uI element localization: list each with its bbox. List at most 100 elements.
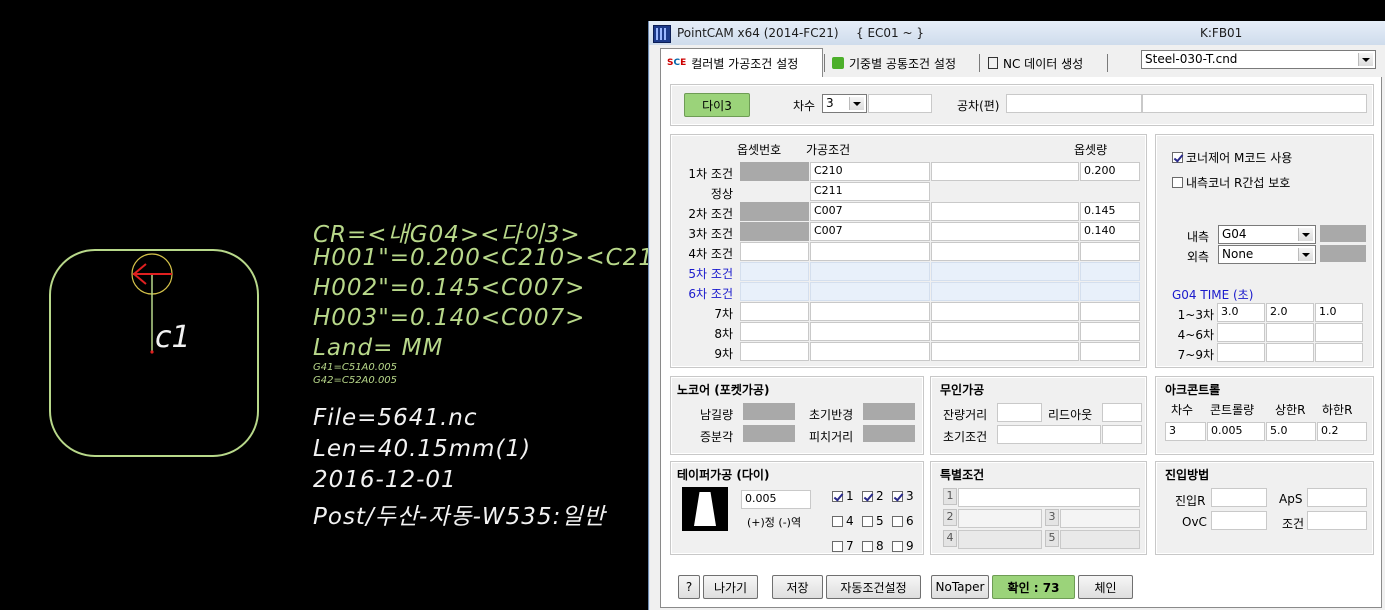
die-button[interactable]: 다이3 (684, 93, 750, 117)
condition-field[interactable]: C210 (810, 162, 930, 181)
pitch-label: 피치거리 (809, 430, 854, 444)
condition-field[interactable]: C211 (810, 182, 930, 201)
offset-no-field[interactable] (740, 282, 809, 301)
g04-time-field[interactable] (1315, 323, 1363, 342)
origin-dot (150, 350, 154, 354)
taper-checkbox-5[interactable]: 5 (862, 514, 884, 528)
g04-time-field[interactable] (1217, 323, 1265, 342)
condition-extra-field[interactable] (931, 242, 1079, 261)
special-field-1[interactable] (958, 488, 1140, 507)
inner-r-checkbox[interactable]: 내측코너 R간섭 보호 (1172, 174, 1290, 191)
offset-amount-field[interactable]: 0.145 (1080, 202, 1140, 221)
cond-field[interactable] (1307, 511, 1367, 530)
checkbox-box (892, 490, 903, 502)
nocore-title: 노코어 (포켓가공) (677, 383, 770, 397)
condition-file-select[interactable]: Steel-030-T.cnd (1141, 50, 1376, 69)
taper-value-field[interactable]: 0.005 (741, 490, 811, 509)
offset-amount-field[interactable]: 0.200 (1080, 162, 1140, 181)
outer-select[interactable]: None (1218, 245, 1316, 264)
cad-viewport[interactable]: c1 CR=<내G04><다이3> H001"=0.200<C210><C211… (0, 0, 689, 610)
condition-field[interactable] (810, 242, 930, 261)
condition-extra-field[interactable] (931, 322, 1079, 341)
chain-button[interactable]: 체인 (1078, 575, 1133, 599)
tab-common-conditions[interactable]: 기중별 공통조건 설정 (826, 51, 976, 75)
offset-no-field[interactable] (740, 242, 809, 261)
confirm-button[interactable]: 확인 : 73 (992, 575, 1075, 599)
taper-checkbox-9[interactable]: 9 (892, 539, 914, 553)
angle-label: 증분각 (700, 430, 734, 444)
offset-no-field[interactable] (740, 302, 809, 321)
offset-amount-field[interactable]: 0.140 (1080, 222, 1140, 241)
tab-label: 컬러별 가공조건 설정 (691, 56, 799, 71)
save-button[interactable]: 저장 (772, 575, 823, 599)
offset-amount-field[interactable] (1080, 242, 1140, 261)
no-taper-button[interactable]: NoTaper (931, 575, 989, 599)
condition-extra-field[interactable] (931, 222, 1079, 241)
exit-button[interactable]: 나가기 (703, 575, 758, 599)
inner-select[interactable]: G04 (1218, 225, 1316, 244)
tolerance-field-1[interactable] (1006, 94, 1142, 113)
special-field-3[interactable] (1060, 509, 1140, 528)
init-cond-extra[interactable] (1102, 425, 1142, 444)
tab-nc-data[interactable]: NC 데이터 생성 (982, 51, 1107, 75)
taper-checkbox-7[interactable]: 7 (832, 539, 854, 553)
taper-checkbox-6[interactable]: 6 (892, 514, 914, 528)
condition-extra-field[interactable] (931, 202, 1079, 221)
condition-extra-field[interactable] (931, 282, 1079, 301)
condition-field[interactable]: C007 (810, 202, 930, 221)
offset-amount-field[interactable] (1080, 342, 1140, 361)
condition-extra-field[interactable] (931, 262, 1079, 281)
arc-lower-field[interactable]: 0.2 (1317, 422, 1367, 441)
aps-field[interactable] (1307, 488, 1367, 507)
g04-time-field[interactable] (1266, 323, 1314, 342)
offset-no-field[interactable] (740, 322, 809, 341)
taper-checkbox-8[interactable]: 8 (862, 539, 884, 553)
condition-field[interactable] (810, 282, 930, 301)
tab-color-conditions[interactable]: SCE 컬러별 가공조건 설정 (660, 48, 823, 77)
condition-field[interactable] (810, 342, 930, 361)
order-extra-field[interactable] (868, 94, 932, 113)
condition-field[interactable]: C007 (810, 222, 930, 241)
offset-amount-field[interactable] (1080, 302, 1140, 321)
order-select[interactable]: 3 (822, 94, 867, 113)
corner-m-checkbox[interactable]: 코너제어 M코드 사용 (1172, 149, 1292, 166)
cad-contour (49, 249, 259, 457)
offset-no-field[interactable] (740, 342, 809, 361)
tolerance-field-2[interactable] (1142, 94, 1367, 113)
leadout-field[interactable] (1102, 403, 1142, 422)
condition-extra-field[interactable] (931, 302, 1079, 321)
offset-amount-field[interactable] (1080, 282, 1140, 301)
pitch-field (863, 425, 915, 442)
condition-extra-field[interactable] (931, 162, 1079, 181)
init-cond-field[interactable] (997, 425, 1101, 444)
g04-time-field[interactable] (1315, 343, 1363, 362)
special-field-2[interactable] (958, 509, 1042, 528)
special-field-4[interactable] (958, 530, 1042, 549)
offset-amount-field[interactable] (1080, 262, 1140, 281)
offset-no-field[interactable] (740, 262, 809, 281)
condition-field[interactable] (810, 322, 930, 341)
arc-control-field[interactable]: 0.005 (1207, 422, 1265, 441)
ovc-field[interactable] (1211, 511, 1267, 530)
taper-checkbox-4[interactable]: 4 (832, 514, 854, 528)
arc-upper-field[interactable]: 5.0 (1266, 422, 1316, 441)
auto-condition-button[interactable]: 자동조건설정 (826, 575, 921, 599)
g04-time-field[interactable]: 3.0 (1217, 303, 1265, 322)
g04-time-field[interactable] (1217, 343, 1265, 362)
help-button[interactable]: ? (678, 575, 700, 599)
g04-time-field[interactable] (1266, 343, 1314, 362)
g04-time-field[interactable]: 1.0 (1315, 303, 1363, 322)
taper-checkbox-2[interactable]: 2 (862, 489, 884, 503)
condition-extra-field[interactable] (931, 342, 1079, 361)
arc-order-field[interactable]: 3 (1165, 422, 1206, 441)
entry-r-field[interactable] (1211, 488, 1267, 507)
special-field-5[interactable] (1060, 530, 1140, 549)
remain-dist-field[interactable] (997, 403, 1042, 422)
title-bar[interactable]: PointCAM x64 (2014-FC21) { EC01 ~ } K:FB… (649, 21, 1385, 45)
offset-amount-field[interactable] (1080, 322, 1140, 341)
taper-checkbox-1[interactable]: 1 (832, 489, 854, 503)
g04-time-field[interactable]: 2.0 (1266, 303, 1314, 322)
condition-field[interactable] (810, 262, 930, 281)
taper-checkbox-3[interactable]: 3 (892, 489, 914, 503)
condition-field[interactable] (810, 302, 930, 321)
